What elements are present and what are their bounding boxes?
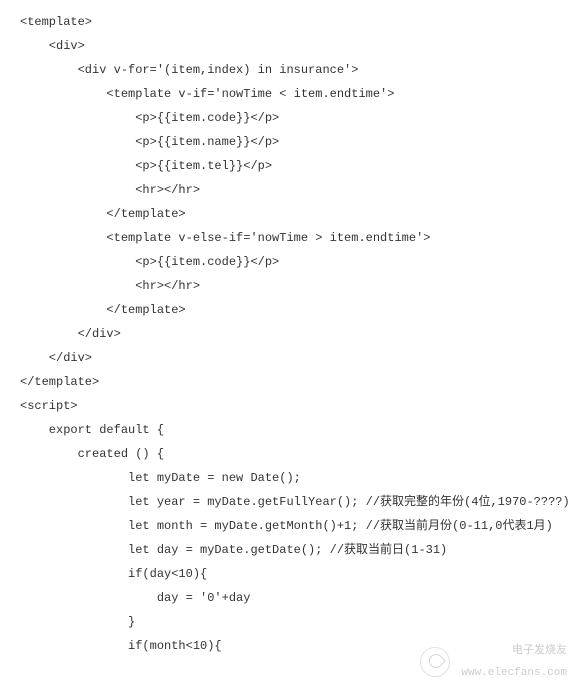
code-line: created () { <box>20 442 582 466</box>
code-line: </template> <box>20 370 582 394</box>
watermark-url: www.elecfans.com <box>461 667 567 679</box>
code-line: <template v-else-if='nowTime > item.endt… <box>20 226 582 250</box>
code-line: </template> <box>20 202 582 226</box>
code-line: if(day<10){ <box>20 562 582 586</box>
code-line: <script> <box>20 394 582 418</box>
code-line: day = '0'+day <box>20 586 582 610</box>
code-line: <hr></hr> <box>20 178 582 202</box>
watermark-brand: 电子发烧友 <box>512 645 567 657</box>
code-line: let myDate = new Date(); <box>20 466 582 490</box>
code-line: let month = myDate.getMonth()+1; //获取当前月… <box>20 514 582 538</box>
code-line: </template> <box>20 298 582 322</box>
code-line: </div> <box>20 346 582 370</box>
code-line: <div v-for='(item,index) in insurance'> <box>20 58 582 82</box>
code-block: <template> <div> <div v-for='(item,index… <box>20 10 582 658</box>
watermark: 电子发烧友 www.elecfans.com <box>420 640 567 684</box>
code-line: <p>{{item.name}}</p> <box>20 130 582 154</box>
watermark-logo-icon <box>420 647 450 677</box>
code-line: <p>{{item.code}}</p> <box>20 106 582 130</box>
code-line: <p>{{item.tel}}</p> <box>20 154 582 178</box>
code-line: <template v-if='nowTime < item.endtime'> <box>20 82 582 106</box>
code-line: </div> <box>20 322 582 346</box>
code-line: <p>{{item.code}}</p> <box>20 250 582 274</box>
code-line: let day = myDate.getDate(); //获取当前日(1-31… <box>20 538 582 562</box>
code-line: <hr></hr> <box>20 274 582 298</box>
code-line: <div> <box>20 34 582 58</box>
code-line: let year = myDate.getFullYear(); //获取完整的… <box>20 490 582 514</box>
code-line: export default { <box>20 418 582 442</box>
code-line: <template> <box>20 10 582 34</box>
code-line: } <box>20 610 582 634</box>
